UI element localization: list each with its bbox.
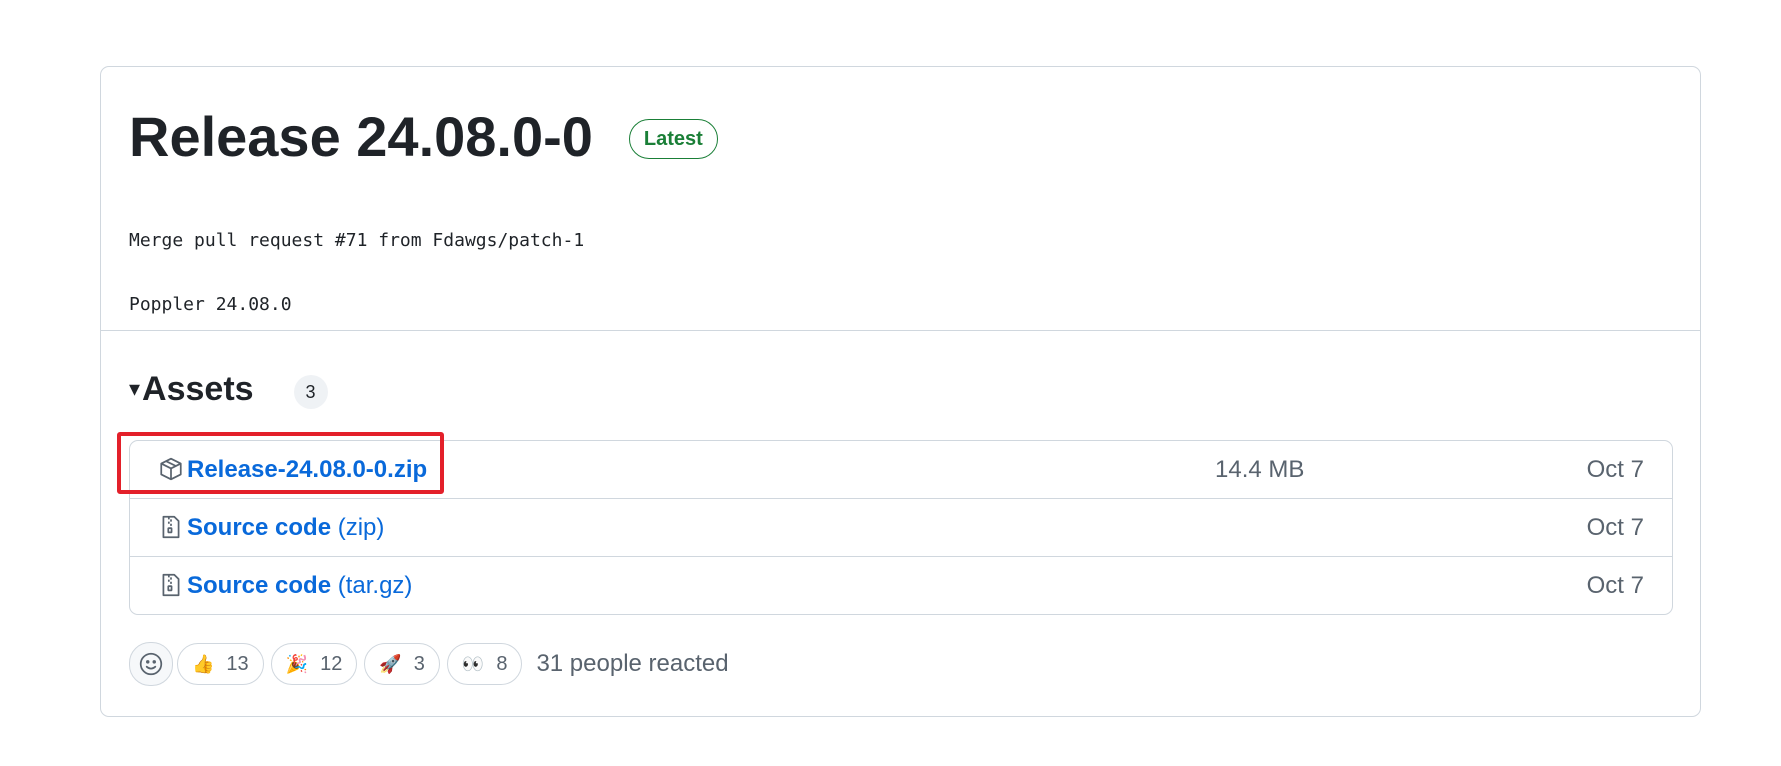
smiley-icon [139, 652, 163, 676]
thumbs-up-icon: 👍 [192, 653, 215, 674]
asset-ext: (tar.gz) [337, 572, 413, 599]
reaction-rocket[interactable]: 🚀 3 [364, 643, 440, 685]
file-zip-icon [162, 515, 180, 539]
asset-date: Oct 7 [1586, 514, 1644, 541]
reaction-count: 13 [226, 652, 249, 675]
release-notes: Merge pull request #71 from Fdawgs/patch… [129, 209, 584, 337]
asset-name: Release-24.08.0-0.zip [187, 456, 428, 483]
rocket-icon: 🚀 [379, 653, 402, 674]
latest-badge: Latest [628, 119, 718, 159]
reactions-summary: 31 people reacted [536, 650, 729, 677]
assets-toggle[interactable]: ▾ Assets 3 [129, 369, 328, 409]
file-zip-icon [162, 573, 180, 597]
asset-size: 14.4 MB [1215, 456, 1305, 483]
reaction-thumbsup[interactable]: 👍 13 [177, 643, 264, 685]
package-icon [160, 457, 182, 481]
reaction-count: 3 [413, 652, 425, 675]
release-note-line: Poppler 24.08.0 [129, 294, 292, 315]
release-title: Release 24.08.0-0 [129, 105, 593, 168]
asset-date: Oct 7 [1586, 572, 1644, 599]
release-note-line: Merge pull request #71 from Fdawgs/patch… [129, 230, 585, 251]
asset-link-source-zip[interactable]: Source code (zip) [187, 513, 384, 543]
asset-date: Oct 7 [1586, 456, 1644, 483]
party-popper-icon: 🎉 [285, 653, 309, 674]
reaction-count: 8 [496, 652, 508, 675]
asset-row: Release-24.08.0-0.zip 14.4 MB Oct 7 [130, 441, 1672, 498]
release-header: Release 24.08.0-0 Latest Merge pull requ… [101, 67, 1700, 331]
add-reaction-button[interactable] [129, 642, 173, 686]
title-row: Release 24.08.0-0 Latest [129, 105, 718, 169]
assets-count-badge: 3 [293, 375, 328, 409]
asset-name: Source code [187, 572, 332, 599]
asset-row: Source code (tar.gz) Oct 7 [130, 556, 1672, 614]
asset-ext: (zip) [337, 514, 385, 541]
release-card: Release 24.08.0-0 Latest Merge pull requ… [100, 66, 1701, 717]
reaction-hooray[interactable]: 🎉 12 [270, 643, 358, 685]
eyes-icon: 👀 [461, 653, 485, 674]
caret-down-icon: ▾ [129, 376, 141, 401]
assets-title: Assets [142, 370, 254, 408]
asset-link-release-zip[interactable]: Release-24.08.0-0.zip [187, 455, 427, 485]
asset-link-source-targz[interactable]: Source code (tar.gz) [187, 571, 412, 601]
asset-name: Source code [187, 514, 332, 541]
reactions-bar: 👍 13 🎉 12 🚀 3 👀 8 31 people reacted [129, 642, 729, 686]
reaction-count: 12 [320, 652, 343, 675]
asset-row: Source code (zip) Oct 7 [130, 498, 1672, 556]
reaction-eyes[interactable]: 👀 8 [446, 643, 523, 685]
asset-list: Release-24.08.0-0.zip 14.4 MB Oct 7 Sour… [129, 440, 1673, 615]
